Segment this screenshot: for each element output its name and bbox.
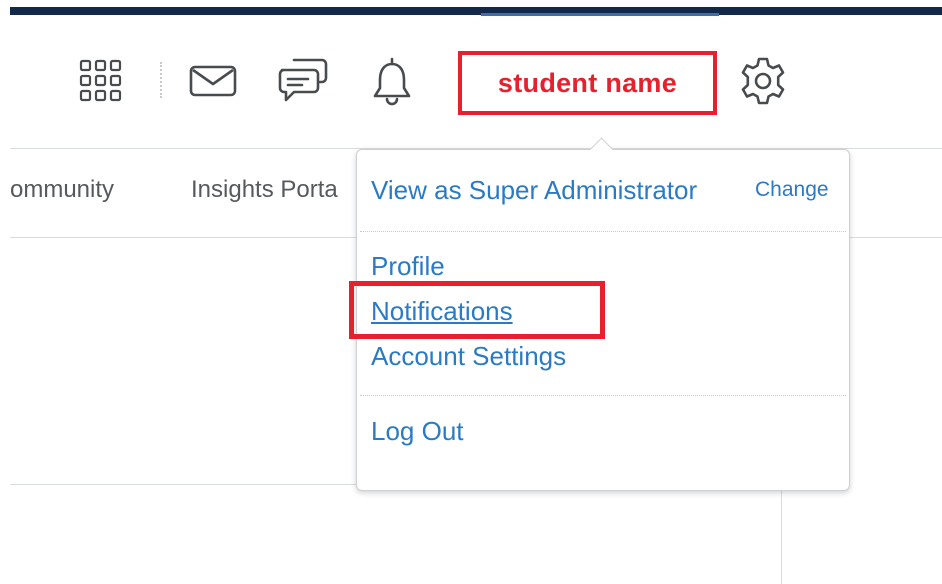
dropdown-separator (360, 395, 846, 396)
chat-icon[interactable] (278, 56, 328, 106)
view-as-super-administrator-link[interactable]: View as Super Administrator (371, 175, 697, 206)
account-settings-link[interactable]: Account Settings (371, 341, 566, 372)
log-out-link[interactable]: Log Out (371, 416, 464, 447)
user-name-button[interactable]: student name (458, 51, 717, 115)
nav-item-community[interactable]: ommunity (10, 176, 114, 204)
page: student name ommunity Insights Porta Vie… (0, 0, 942, 584)
mail-icon[interactable] (189, 64, 239, 98)
notifications-link[interactable]: Notifications (371, 296, 513, 327)
top-navigation-bar (10, 7, 942, 15)
gear-icon[interactable] (738, 56, 788, 106)
content-column-divider (781, 484, 782, 584)
change-role-link[interactable]: Change (755, 178, 829, 202)
user-name-label: student name (497, 67, 678, 98)
app-launcher-icon[interactable] (78, 58, 124, 104)
bell-icon[interactable] (370, 56, 414, 106)
profile-link[interactable]: Profile (371, 251, 445, 282)
nav-item-insights-portal[interactable]: Insights Porta (191, 176, 338, 204)
top-bar-active-indicator (481, 13, 719, 16)
dropdown-separator (360, 231, 846, 232)
header-divider (160, 62, 162, 98)
